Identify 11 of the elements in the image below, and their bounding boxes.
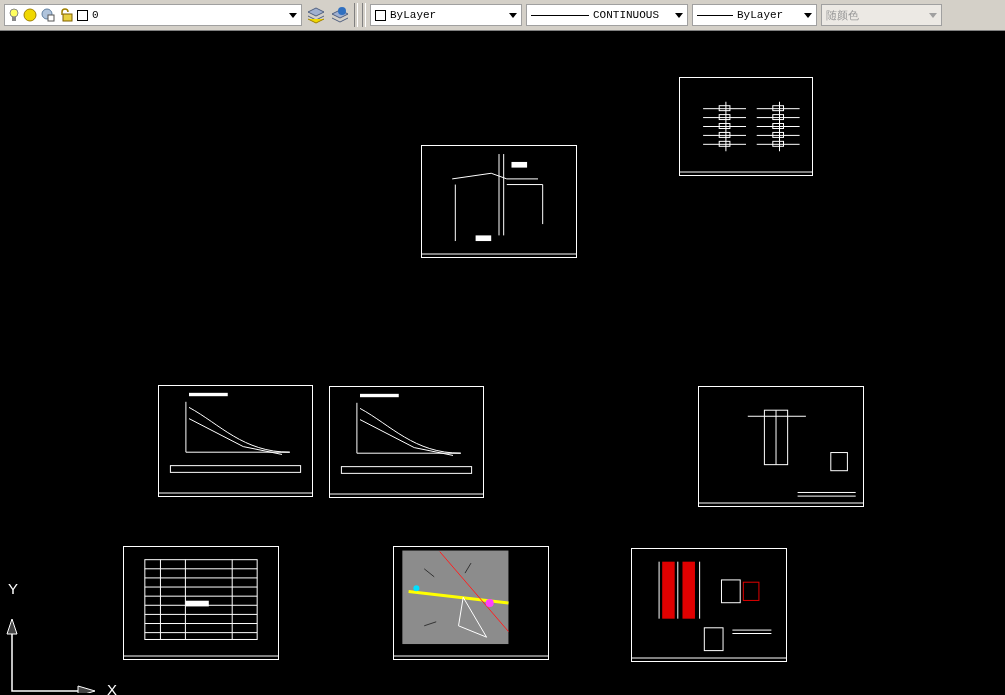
linetype-value: CONTINUOUS	[593, 9, 659, 21]
color-dropdown[interactable]: ByLayer	[370, 4, 522, 26]
lineweight-value: ByLayer	[737, 9, 784, 21]
plot-style-value: 随颜色	[826, 7, 859, 23]
lineweight-dropdown[interactable]: ByLayer	[692, 4, 817, 26]
x-axis-label: X	[107, 682, 117, 695]
layer-dropdown[interactable]: 0	[4, 4, 302, 26]
color-value: ByLayer	[390, 9, 437, 21]
linetype-dropdown[interactable]: CONTINUOUS	[526, 4, 688, 26]
y-axis-label: Y	[8, 581, 18, 596]
layer-name: 0	[92, 9, 99, 21]
